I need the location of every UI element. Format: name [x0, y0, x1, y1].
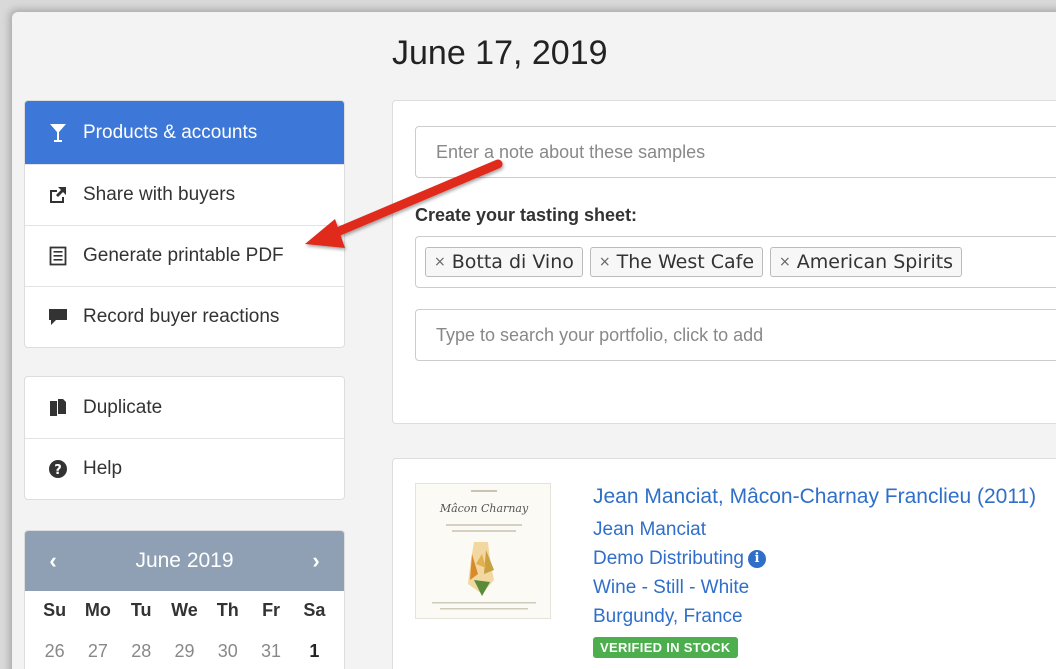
- account-tag-label: The West Cafe: [616, 251, 755, 273]
- label-image-text: Mâcon Charnay: [439, 502, 529, 515]
- calendar-day[interactable]: 1: [293, 629, 336, 669]
- note-input[interactable]: [415, 126, 1056, 178]
- sidebar-item-label: Help: [83, 458, 123, 479]
- wine-label-image[interactable]: Mâcon Charnay: [415, 483, 551, 619]
- product-title-link[interactable]: Jean Manciat, Mâcon-Charnay Franclieu (2…: [593, 485, 1036, 509]
- distributor-link[interactable]: Demo Distributing i: [593, 548, 766, 570]
- portfolio-search-input[interactable]: [415, 309, 1056, 361]
- chevron-left-icon[interactable]: ‹: [43, 548, 63, 574]
- account-tag: × The West Cafe: [589, 247, 764, 277]
- calendar-widget: ‹ June 2019 › Su Mo Tu We Th Fr Sa 26 27…: [24, 530, 345, 669]
- account-tag-label: American Spirits: [796, 251, 954, 273]
- calendar-month-label: June 2019: [135, 549, 234, 572]
- weekday-label: Sa: [303, 600, 326, 620]
- app-window: June 17, 2019 Products & accounts Share …: [12, 12, 1056, 669]
- calendar-day[interactable]: 27: [76, 629, 119, 669]
- sidebar-item-label: Products & accounts: [83, 121, 258, 143]
- help-icon: ?: [47, 458, 69, 480]
- weekday-label: Mo: [84, 600, 111, 620]
- tasting-sheet-label: Create your tasting sheet:: [415, 205, 638, 225]
- product-card: Mâcon Charnay Jean Manciat, Mâcon-Charna…: [392, 458, 1056, 669]
- page-title: June 17, 2019: [392, 34, 608, 72]
- calendar-day[interactable]: 31: [249, 629, 292, 669]
- sidebar-item-help[interactable]: ? Help: [25, 438, 344, 499]
- sidebar-item-label: Duplicate: [83, 396, 163, 418]
- sidebar-item-share-with-buyers[interactable]: Share with buyers: [25, 164, 344, 225]
- sidebar-item-generate-pdf[interactable]: Generate printable PDF: [25, 225, 344, 286]
- chevron-right-icon[interactable]: ›: [306, 548, 326, 574]
- calendar-header: ‹ June 2019 ›: [25, 531, 344, 591]
- weekday-label: Fr: [262, 600, 281, 620]
- weekday-label: Su: [43, 600, 67, 620]
- info-icon[interactable]: i: [748, 549, 766, 568]
- sidebar-secondary-nav: Duplicate ? Help: [24, 376, 345, 500]
- producer-link[interactable]: Jean Manciat: [593, 519, 706, 541]
- calendar-grid: Su Mo Tu We Th Fr Sa 26 27 28 29 30 31 1: [25, 591, 344, 669]
- remove-tag-icon[interactable]: ×: [434, 254, 446, 270]
- region-link[interactable]: Burgundy, France: [593, 606, 743, 628]
- account-tags-field[interactable]: × Botta di Vino × The West Cafe × Americ…: [415, 236, 1056, 288]
- svg-text:?: ?: [54, 463, 62, 478]
- account-tag: × Botta di Vino: [425, 247, 583, 277]
- calendar-day[interactable]: 28: [120, 629, 163, 669]
- weekday-label: Tu: [130, 600, 152, 620]
- weekday-label: Th: [216, 600, 239, 620]
- document-icon: [47, 245, 69, 267]
- calendar-day[interactable]: 26: [33, 629, 76, 669]
- remove-tag-icon[interactable]: ×: [599, 254, 611, 270]
- sidebar-item-products-accounts[interactable]: Products & accounts: [25, 101, 344, 164]
- account-tag: × American Spirits: [770, 247, 963, 277]
- cocktail-glass-icon: [47, 122, 69, 144]
- account-tag-label: Botta di Vino: [451, 251, 574, 273]
- stock-status-badge: VERIFIED IN STOCK: [593, 637, 738, 658]
- tasting-sheet-panel: Create your tasting sheet: × Botta di Vi…: [392, 100, 1056, 424]
- sidebar-item-duplicate[interactable]: Duplicate: [25, 377, 344, 438]
- remove-tag-icon[interactable]: ×: [779, 254, 791, 270]
- wine-type-link[interactable]: Wine - Still - White: [593, 577, 749, 599]
- sidebar-item-label: Record buyer reactions: [83, 306, 280, 327]
- sidebar-primary-nav: Products & accounts Share with buyers Ge…: [24, 100, 345, 348]
- calendar-day[interactable]: 30: [206, 629, 249, 669]
- calendar-day[interactable]: 29: [163, 629, 206, 669]
- sidebar-item-label: Share with buyers: [83, 184, 236, 205]
- distributor-label: Demo Distributing: [593, 548, 744, 569]
- comment-icon: [47, 306, 69, 328]
- sidebar-item-record-reactions[interactable]: Record buyer reactions: [25, 286, 344, 347]
- weekday-label: We: [171, 600, 198, 620]
- sidebar-item-label: Generate printable PDF: [83, 245, 284, 266]
- share-icon: [47, 184, 69, 206]
- copy-icon: [47, 397, 69, 419]
